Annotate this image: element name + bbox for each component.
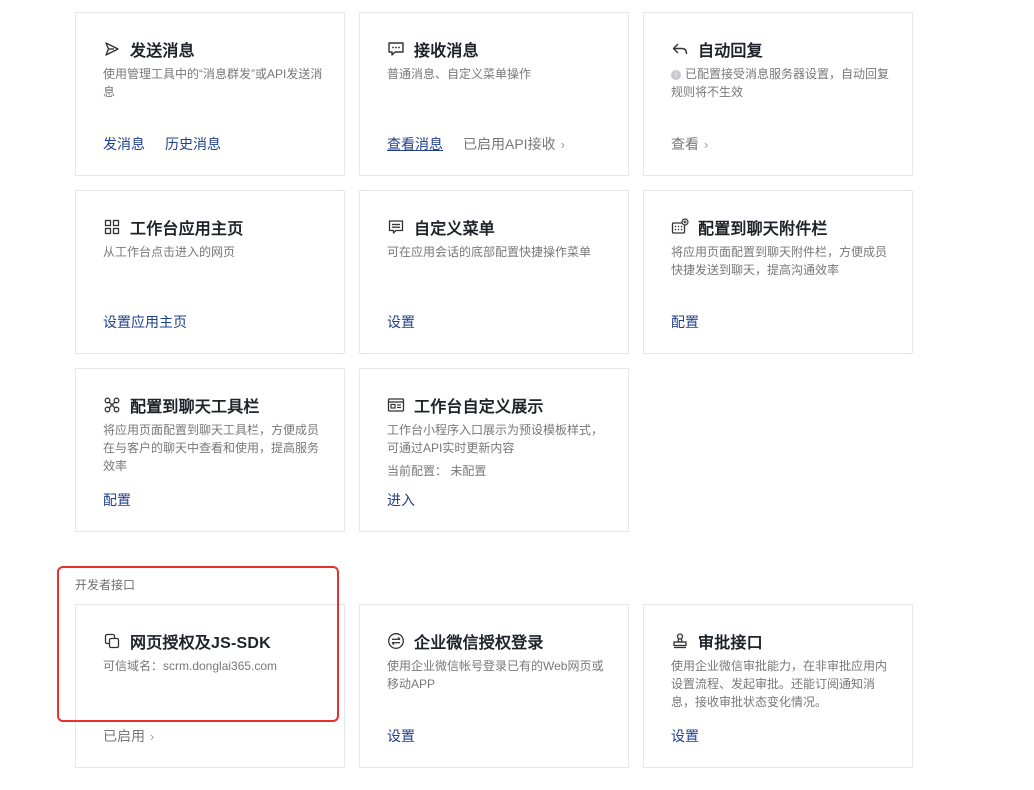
card-description: 工作台小程序入口展示为预设模板样式，可通过API实时更新内容 <box>387 423 604 455</box>
view-auto-reply-link[interactable]: 查看 › <box>671 134 708 154</box>
card-description: i 已配置接受消息服务器设置，自动回复规则将不生效 <box>671 67 890 99</box>
configure-toolbar-link[interactable]: 配置 <box>103 490 131 510</box>
card-title: 发送消息 <box>130 43 195 60</box>
card-title: 自动回复 <box>698 43 763 60</box>
card-send-message: 发送消息 使用管理工具中的“消息群发”或API发送消息 发消息 历史消息 <box>75 12 345 176</box>
card-description: 将应用页面配置到聊天工具栏，方便成员在与客户的聊天中查看和使用，提高服务效率 <box>103 423 320 473</box>
api-receive-status[interactable]: 已启用API接收 › <box>463 134 565 154</box>
card-description: 将应用页面配置到聊天附件栏，方便成员快捷发送到聊天，提高沟通效率 <box>671 245 888 277</box>
set-approval-link[interactable]: 设置 <box>671 726 699 746</box>
current-config-status: 当前配置： 未配置 <box>387 464 487 478</box>
card-receive-message: 接收消息 普通消息、自定义菜单操作 查看消息 已启用API接收 › <box>359 12 629 176</box>
stamp-icon <box>671 632 689 650</box>
reply-icon <box>671 40 689 58</box>
set-menu-link[interactable]: 设置 <box>387 312 415 332</box>
info-icon: i <box>671 70 681 80</box>
menu-icon <box>387 218 405 236</box>
enabled-status-link[interactable]: 已启用 › <box>103 726 154 746</box>
send-icon <box>103 40 121 58</box>
card-chat-attachment-bar: 配置到聊天附件栏 将应用页面配置到聊天附件栏，方便成员快捷发送到聊天，提高沟通效… <box>643 190 913 354</box>
swap-icon <box>387 632 405 650</box>
chevron-right-icon: › <box>704 137 709 152</box>
card-chat-toolbar: 配置到聊天工具栏 将应用页面配置到聊天工具栏，方便成员在与客户的聊天中查看和使用… <box>75 368 345 532</box>
card-workbench-homepage: 工作台应用主页 从工作台点击进入的网页 设置应用主页 <box>75 190 345 354</box>
card-description: 使用企业微信帐号登录已有的Web网页或移动APP <box>387 659 604 691</box>
send-message-link[interactable]: 发消息 <box>103 134 145 154</box>
card-approval-api: 审批接口 使用企业微信审批能力，在非审批应用内设置流程、发起审批。还能订阅通知消… <box>643 604 913 768</box>
card-description: 从工作台点击进入的网页 <box>103 245 236 259</box>
grid-icon <box>103 218 121 236</box>
card-wecom-auth-login: 企业微信授权登录 使用企业微信帐号登录已有的Web网页或移动APP 设置 <box>359 604 629 768</box>
card-description: 使用管理工具中的“消息群发”或API发送消息 <box>103 67 323 99</box>
message-history-link[interactable]: 历史消息 <box>165 134 221 154</box>
set-login-link[interactable]: 设置 <box>387 726 415 746</box>
card-title: 自定义菜单 <box>414 221 496 238</box>
set-homepage-link[interactable]: 设置应用主页 <box>103 312 187 332</box>
chevron-right-icon: › <box>560 137 565 152</box>
card-title: 审批接口 <box>698 635 763 652</box>
toolbar-icon <box>103 396 121 414</box>
chat-bubble-icon <box>387 40 405 58</box>
card-title: 企业微信授权登录 <box>414 635 544 652</box>
card-custom-menu: 自定义菜单 可在应用会话的底部配置快捷操作菜单 设置 <box>359 190 629 354</box>
card-title: 接收消息 <box>414 43 479 60</box>
card-auto-reply: 自动回复 i 已配置接受消息服务器设置，自动回复规则将不生效 查看 › <box>643 12 913 176</box>
enter-link[interactable]: 进入 <box>387 490 415 510</box>
card-title: 工作台应用主页 <box>130 221 244 238</box>
card-title: 工作台自定义展示 <box>414 399 544 416</box>
card-description: 可在应用会话的底部配置快捷操作菜单 <box>387 245 592 259</box>
configure-attachment-link[interactable]: 配置 <box>671 312 699 332</box>
keyboard-plus-icon <box>671 218 689 236</box>
card-description: 普通消息、自定义菜单操作 <box>387 67 532 81</box>
card-description: 使用企业微信审批能力，在非审批应用内设置流程、发起审批。还能订阅通知消息，接收审… <box>671 659 888 709</box>
view-messages-link[interactable]: 查看消息 <box>387 134 443 154</box>
id-card-icon <box>387 396 405 414</box>
chevron-right-icon: › <box>150 729 155 744</box>
card-title: 配置到聊天工具栏 <box>130 399 260 416</box>
card-title: 配置到聊天附件栏 <box>698 221 828 238</box>
highlight-annotation <box>57 566 339 722</box>
card-workbench-display: 工作台自定义展示 工作台小程序入口展示为预设模板样式，可通过API实时更新内容 … <box>359 368 629 532</box>
